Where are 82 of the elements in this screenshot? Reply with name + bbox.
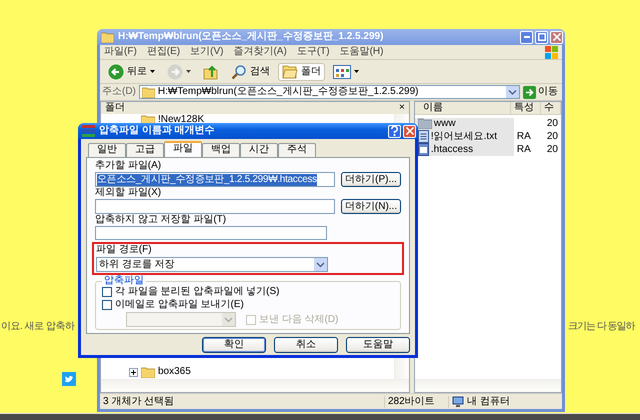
menu-item[interactable]: 즐겨찾기(A) [233, 46, 287, 58]
menu-item[interactable]: 도움말(H) [340, 46, 384, 58]
close-icon [406, 127, 414, 135]
dialog-button[interactable]: 도움말 [346, 337, 410, 353]
group-title: 압축파일 [102, 275, 146, 287]
tab[interactable]: 주석 [278, 143, 316, 157]
computer-icon [452, 396, 464, 408]
maximize-button[interactable] [535, 30, 548, 44]
status-text: 282바이트 [384, 396, 448, 408]
horizontal-scrollbar[interactable] [414, 379, 561, 392]
help-button[interactable] [388, 124, 401, 138]
folder-item[interactable]: box365 [141, 366, 191, 378]
question-mark-icon [391, 126, 398, 136]
menu-item[interactable]: 편집(E) [146, 46, 180, 58]
file-item[interactable]: www [414, 118, 514, 130]
folder-icon [101, 32, 114, 42]
maximize-icon [538, 33, 546, 41]
checkbox[interactable]: 이메일로 압축파일 보내기(E) [102, 299, 394, 311]
input-field[interactable] [95, 199, 335, 214]
caret-icon [150, 70, 155, 73]
search-icon [231, 64, 247, 80]
close-button[interactable]: × [399, 102, 405, 114]
minimize-button[interactable] [520, 30, 533, 44]
right-arrow-icon [523, 86, 536, 98]
tab[interactable]: 파일 [164, 141, 202, 157]
close-button[interactable] [550, 30, 563, 44]
horizontal-scrollbar[interactable] [101, 379, 409, 392]
text-file-icon [418, 130, 429, 143]
date-cell-text: 20 [546, 144, 559, 156]
column-header[interactable]: 특성 [510, 102, 541, 114]
field-label: 압축하지 않고 저장할 파일(T) [95, 214, 228, 226]
pane-title: 폴더 [105, 102, 125, 114]
menu-item[interactable]: 보기(V) [190, 46, 224, 58]
go-button[interactable]: 이동 [523, 86, 560, 98]
tab[interactable]: 시간 [240, 143, 278, 157]
close-button[interactable] [403, 124, 416, 138]
address-label: 주소(D) [102, 86, 136, 98]
grid-icon [333, 64, 351, 78]
attribute-cell-text: RA [516, 130, 532, 142]
attribute-cell-text: RA [516, 144, 532, 156]
field-label: 추가할 파일(A) [95, 160, 162, 172]
field-label: 파일 경로(F) [96, 244, 153, 256]
file-icon [418, 143, 429, 156]
input-field[interactable]: 오픈소스_게시판_수정증보판_1.2.5.299₩.htaccess [95, 172, 335, 187]
add-button[interactable]: 더하기(N)... [341, 199, 401, 214]
four-color-flag-icon [545, 46, 558, 58]
dialog-button[interactable]: 확인 [202, 337, 266, 353]
caret-icon [354, 70, 359, 73]
bird-icon[interactable] [62, 372, 76, 386]
field-label: 제외할 파일(X) [95, 187, 162, 199]
tab[interactable]: 일반 [88, 143, 126, 157]
checkbox[interactable]: 각 파일을 분리된 압축파일에 넣기(S) [102, 286, 394, 298]
date-cell-text: 20 [546, 118, 559, 130]
expand-icon[interactable] [129, 368, 138, 376]
search-button[interactable]: 검색 [227, 62, 274, 82]
status-text: 내 컴퓨터 [467, 396, 510, 408]
window-title: 압축파일 이름과 매개변수 [99, 125, 216, 137]
folder-icon [142, 86, 155, 98]
column-header[interactable]: 이름 [414, 102, 511, 114]
column-header[interactable]: 수 [540, 102, 561, 114]
page-text: 크기는 다 동일하 [568, 321, 635, 333]
open-folder-icon [282, 64, 298, 78]
minimize-icon [524, 36, 530, 38]
status-text: 3 개체가 선택됨 [102, 396, 176, 408]
input-field[interactable] [95, 226, 327, 240]
back-button[interactable]: 뒤로 [104, 62, 159, 82]
date-cell-text: 20 [546, 130, 559, 142]
tab[interactable]: 고급 [126, 143, 164, 157]
dialog-button[interactable]: 취소 [274, 337, 338, 353]
menu-item[interactable]: 도구(T) [296, 46, 330, 58]
address-field[interactable]: H:₩Temp₩blrun(오픈소스_게시판_수정증보판_1.2.5.299) [138, 85, 520, 99]
folder-up-arrow-icon [203, 64, 219, 80]
close-icon [552, 33, 560, 41]
menu-item[interactable]: 파일(F) [104, 46, 137, 58]
window-title: H:₩Temp₩blrun(오픈소스_게시판_수정증보판_1.2.5.299) [118, 31, 384, 43]
path-dropdown[interactable]: 하위 경로를 저장 [96, 257, 328, 272]
page-text: 이요. 새로 압축하 [1, 321, 74, 333]
tab[interactable]: 백업 [202, 143, 240, 157]
books-icon [82, 125, 95, 137]
add-button[interactable]: 더하기(P)... [341, 172, 401, 187]
caret-icon [186, 70, 191, 73]
folders-button[interactable]: 폴더 [278, 62, 325, 80]
